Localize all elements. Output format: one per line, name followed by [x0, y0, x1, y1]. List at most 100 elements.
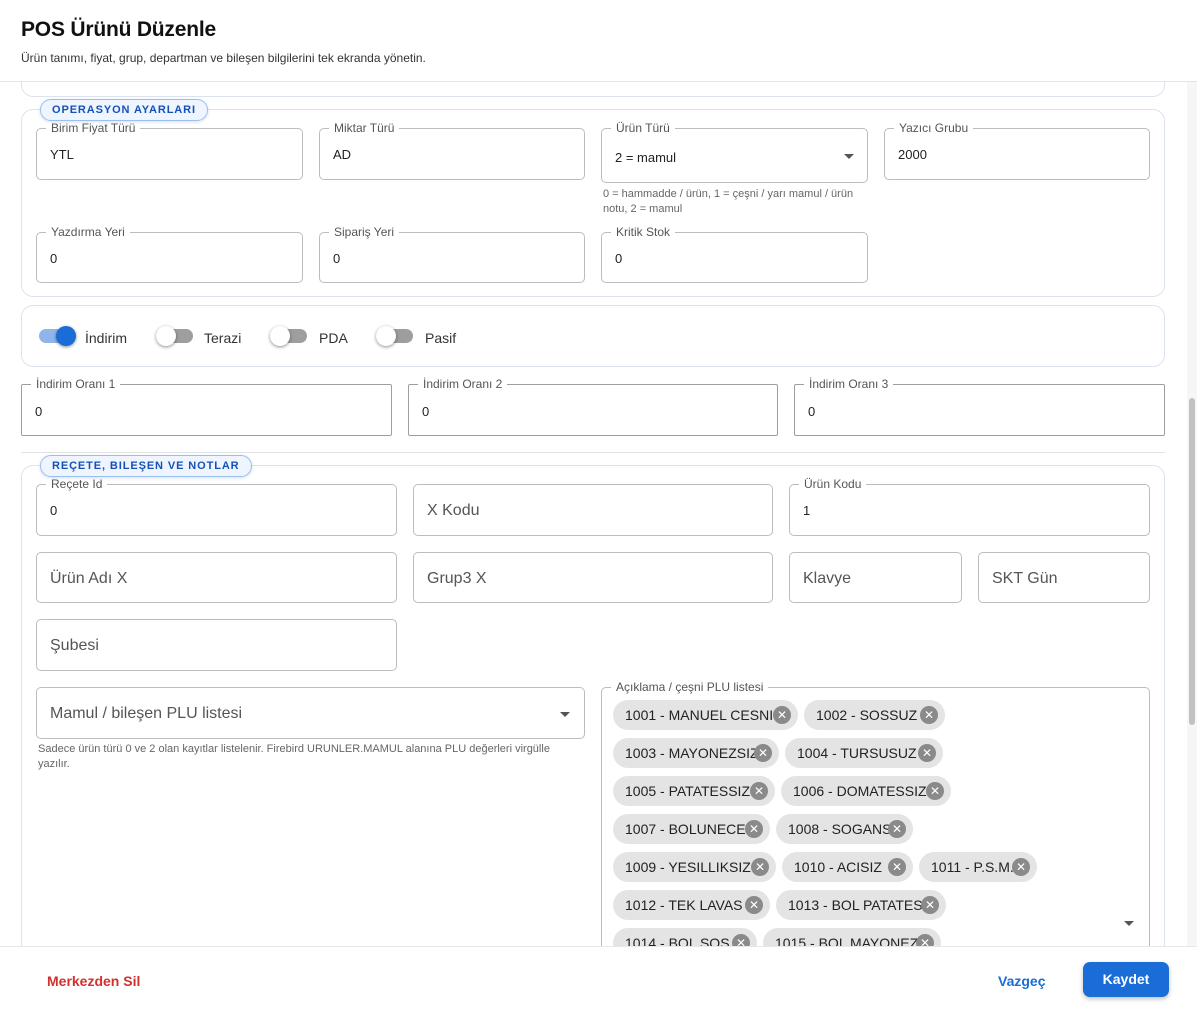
close-circle-icon[interactable]: ✕ — [920, 706, 938, 724]
plu-chip[interactable]: 1012 - TEK LAVAS ✕ — [613, 890, 770, 920]
scale-toggle-label: Terazi — [204, 330, 242, 346]
x-code-placeholder: X Kodu — [427, 502, 480, 519]
print-place-field[interactable]: Yazdırma Yeri 0 — [36, 225, 303, 283]
printer-group-field[interactable]: Yazıcı Grubu 2000 — [884, 121, 1150, 180]
keyboard-placeholder: Klavye — [803, 570, 852, 587]
cancel-button[interactable]: Vazgeç — [998, 973, 1045, 989]
close-circle-icon[interactable]: ✕ — [916, 934, 934, 946]
scale-toggle[interactable] — [156, 326, 193, 346]
plu-chip[interactable]: 1008 - SOGANSIZ ✕ — [776, 814, 913, 844]
skt-day-field[interactable]: SKT Gün — [978, 552, 1150, 603]
critical-stock-label: Kritik Stok — [611, 225, 676, 239]
recipe-section: Reçete Id 0 X Kodu Ürün Kodu 1 Ürün Adı … — [21, 465, 1165, 946]
branch-field[interactable]: Şubesi — [36, 619, 397, 671]
mamul-plu-placeholder: Mamul / bileşen PLU listesi — [50, 705, 243, 722]
discount-rate-2-field[interactable]: İndirim Oranı 2 0 — [408, 377, 778, 436]
product-name-x-field[interactable]: Ürün Adı X — [36, 552, 397, 603]
recipe-section-title: REÇETE, BILEŞEN VE NOTLAR — [40, 455, 252, 477]
quantity-type-field[interactable]: Miktar Türü AD — [319, 121, 585, 180]
close-circle-icon[interactable]: ✕ — [750, 782, 768, 800]
plu-chip[interactable]: 1001 - MANUEL CESNI ✕ — [613, 700, 798, 730]
product-code-value: 1 — [803, 503, 811, 518]
plu-chip[interactable]: 1005 - PATATESSIZ ✕ — [613, 776, 775, 806]
group3-x-field[interactable]: Grup3 X — [413, 552, 773, 603]
chevron-down-icon[interactable] — [560, 712, 570, 717]
plu-chip[interactable]: 1006 - DOMATESSIZ ✕ — [781, 776, 951, 806]
pda-toggle[interactable] — [270, 326, 307, 346]
branch-placeholder: Şubesi — [50, 637, 99, 654]
critical-stock-field[interactable]: Kritik Stok 0 — [601, 225, 868, 283]
close-circle-icon[interactable]: ✕ — [888, 858, 906, 876]
unit-price-type-field[interactable]: Birim Fiyat Türü YTL — [36, 121, 303, 180]
scrollbar[interactable] — [1187, 82, 1197, 946]
dialog-content[interactable]: Birim Fiyat Türü YTL Miktar Türü AD Ürün… — [0, 82, 1197, 946]
plu-chip-label: 1005 - PATATESSIZ — [625, 783, 751, 799]
close-circle-icon[interactable]: ✕ — [888, 820, 906, 838]
discount-rate-3-field[interactable]: İndirim Oranı 3 0 — [794, 377, 1165, 436]
x-code-field[interactable]: X Kodu — [413, 484, 773, 536]
group3-x-placeholder: Grup3 X — [427, 570, 487, 587]
close-circle-icon[interactable]: ✕ — [751, 858, 769, 876]
close-circle-icon[interactable]: ✕ — [732, 934, 750, 946]
discount-toggle-label: İndirim — [85, 330, 128, 346]
operations-section-title: OPERASYON AYARLARI — [40, 99, 208, 121]
recipe-id-label: Reçete Id — [46, 477, 108, 491]
close-circle-icon[interactable]: ✕ — [754, 744, 772, 762]
toggle-knob — [376, 326, 396, 346]
discount-rate-3-label: İndirim Oranı 3 — [804, 377, 894, 391]
keyboard-field[interactable]: Klavye — [789, 552, 962, 603]
flags-section: İndirim Terazi PDA Pasif — [21, 305, 1165, 367]
desc-plu-multiselect[interactable]: Açıklama / çeşni PLU listesi 1001 - MANU… — [601, 680, 1150, 946]
chevron-down-icon[interactable] — [844, 154, 854, 159]
plu-chip-label: 1011 - P.S.M. — [931, 859, 1014, 875]
plu-chip-label: 1009 - YESILLIKSIZ — [625, 859, 751, 875]
plu-chip-label: 1010 - ACISIZ — [794, 859, 882, 875]
scrollbar-thumb[interactable] — [1189, 398, 1195, 725]
product-code-field[interactable]: Ürün Kodu 1 — [789, 477, 1150, 536]
passive-toggle[interactable] — [376, 326, 413, 346]
plu-chip[interactable]: 1010 - ACISIZ ✕ — [782, 852, 913, 882]
dialog-title: POS Ürünü Düzenle — [21, 18, 216, 41]
plu-chip[interactable]: 1007 - BOLUNECEK ✕ — [613, 814, 770, 844]
printer-group-label: Yazıcı Grubu — [894, 121, 974, 135]
close-circle-icon[interactable]: ✕ — [926, 782, 944, 800]
plu-chip[interactable]: 1013 - BOL PATATES ✕ — [776, 890, 946, 920]
toggle-knob — [156, 326, 176, 346]
close-circle-icon[interactable]: ✕ — [745, 820, 763, 838]
delete-from-center-button[interactable]: Merkezden Sil — [47, 973, 140, 989]
save-button[interactable]: Kaydet — [1083, 962, 1169, 997]
close-circle-icon[interactable]: ✕ — [921, 896, 939, 914]
discount-rate-1-label: İndirim Oranı 1 — [31, 377, 121, 391]
plu-chip-label: 1014 - BOL SOS — [625, 935, 730, 946]
plu-chip[interactable]: 1014 - BOL SOS ✕ — [613, 928, 757, 946]
plu-chip[interactable]: 1004 - TURSUSUZ ✕ — [785, 738, 943, 768]
quantity-type-value: AD — [333, 147, 352, 162]
plu-chip[interactable]: 1009 - YESILLIKSIZ ✕ — [613, 852, 776, 882]
plu-chip[interactable]: 1011 - P.S.M. ✕ — [919, 852, 1037, 882]
plu-chip-label: 1008 - SOGANSIZ — [788, 821, 904, 837]
toggle-knob — [56, 326, 76, 346]
plu-chip[interactable]: 1002 - SOSSUZ ✕ — [804, 700, 945, 730]
product-type-label: Ürün Türü — [611, 121, 675, 135]
discount-toggle[interactable] — [39, 326, 76, 346]
close-circle-icon[interactable]: ✕ — [1012, 858, 1030, 876]
product-type-select[interactable]: Ürün Türü 2 = mamul — [601, 121, 868, 183]
chevron-down-icon[interactable] — [1124, 921, 1134, 926]
order-place-field[interactable]: Sipariş Yeri 0 — [319, 225, 585, 283]
plu-chip-label: 1012 - TEK LAVAS — [625, 897, 743, 913]
plu-chip-label: 1002 - SOSSUZ — [816, 707, 918, 723]
plu-chip-label: 1007 - BOLUNECEK — [625, 821, 755, 837]
plu-chip[interactable]: 1003 - MAYONEZSIZ ✕ — [613, 738, 779, 768]
discount-rate-1-field[interactable]: İndirim Oranı 1 0 — [21, 377, 392, 436]
recipe-id-value: 0 — [50, 503, 58, 518]
discount-rate-2-label: İndirim Oranı 2 — [418, 377, 508, 391]
recipe-id-field[interactable]: Reçete Id 0 — [36, 477, 397, 536]
mamul-plu-select[interactable]: Mamul / bileşen PLU listesi — [36, 687, 585, 739]
discount-rate-3-value: 0 — [808, 404, 816, 419]
product-name-x-placeholder: Ürün Adı X — [50, 570, 128, 587]
close-circle-icon[interactable]: ✕ — [745, 896, 763, 914]
close-circle-icon[interactable]: ✕ — [918, 744, 936, 762]
close-circle-icon[interactable]: ✕ — [773, 706, 791, 724]
plu-chip[interactable]: 1015 - BOL MAYONEZ ✕ — [763, 928, 941, 946]
product-type-value: 2 = mamul — [615, 150, 677, 165]
